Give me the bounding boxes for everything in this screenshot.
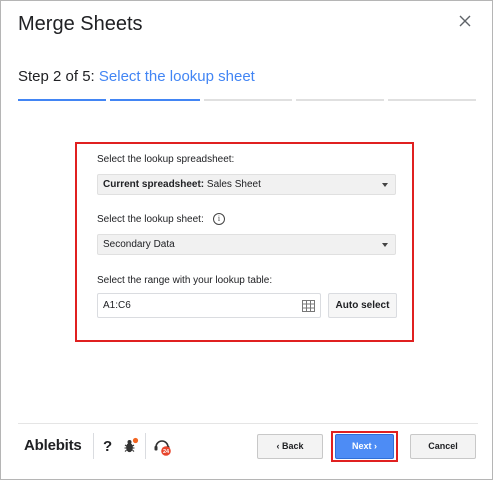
cancel-button[interactable]: Cancel: [410, 434, 476, 459]
help-icon[interactable]: ?: [103, 438, 112, 455]
grid-icon[interactable]: [302, 299, 315, 317]
progress-segment-1: [18, 99, 106, 101]
bug-icon[interactable]: [122, 437, 140, 460]
info-icon[interactable]: i: [213, 213, 225, 225]
dialog-title: Merge Sheets: [18, 13, 143, 35]
chevron-right-icon: ›: [371, 441, 377, 451]
spreadsheet-select[interactable]: Current spreadsheet: Sales Sheet: [97, 174, 396, 195]
sheet-label: Select the lookup sheet:: [97, 214, 204, 225]
progress-segment-4: [296, 99, 384, 101]
sheet-select[interactable]: Secondary Data: [97, 234, 396, 255]
spreadsheet-prefix: Current spreadsheet:: [103, 179, 205, 190]
step-number: Step 2 of 5:: [18, 68, 95, 85]
progress-segment-3: [204, 99, 292, 101]
range-input[interactable]: A1:C6: [97, 293, 321, 318]
progress-segment-5: [388, 99, 476, 101]
next-label: Next: [351, 441, 372, 451]
step-indicator: Step 2 of 5: Select the lookup sheet: [18, 68, 255, 85]
step-progress-bar: [18, 99, 476, 101]
merge-sheets-dialog: Merge Sheets Step 2 of 5: Select the loo…: [0, 0, 493, 480]
sheet-value: Secondary Data: [103, 239, 175, 250]
back-label: Back: [281, 441, 304, 451]
footer-separator: [145, 433, 146, 459]
step-name: Select the lookup sheet: [98, 68, 255, 85]
range-label: Select the range with your lookup table:: [97, 275, 273, 286]
footer-divider: [18, 423, 478, 424]
next-button[interactable]: Next ›: [335, 434, 394, 459]
footer-separator: [93, 433, 94, 459]
support-icon[interactable]: 24: [153, 437, 173, 462]
chevron-down-icon: [382, 243, 388, 247]
progress-segment-2: [110, 99, 200, 101]
spreadsheet-value: Sales Sheet: [206, 179, 261, 190]
support-badge: 24: [163, 449, 170, 455]
spreadsheet-label: Select the lookup spreadsheet:: [97, 154, 235, 165]
ablebits-logo: Ablebits: [24, 437, 82, 454]
chevron-down-icon: [382, 183, 388, 187]
auto-select-button[interactable]: Auto select: [328, 293, 397, 318]
close-icon[interactable]: [459, 15, 477, 33]
back-button[interactable]: ‹ Back: [257, 434, 323, 459]
